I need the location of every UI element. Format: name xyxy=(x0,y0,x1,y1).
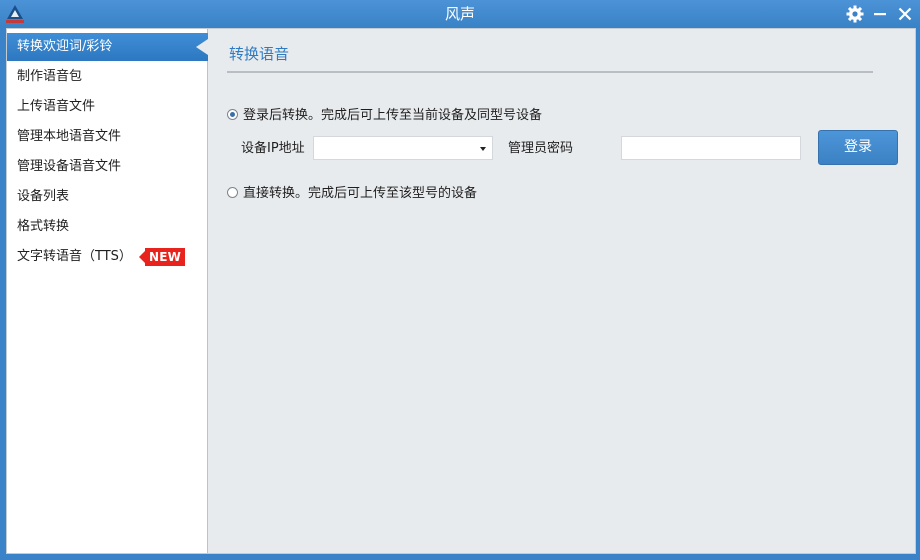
password-label: 管理员密码 xyxy=(508,141,574,156)
app-window: 风声 转换欢迎词/彩铃 制作语音包 上传语音文件 管理本地语音文件 管理设备语音… xyxy=(0,0,920,560)
gear-icon[interactable] xyxy=(845,4,865,24)
sidebar-item-convert-welcome[interactable]: 转换欢迎词/彩铃 xyxy=(7,33,208,61)
sidebar-item-label: 转换欢迎词/彩铃 xyxy=(17,39,113,54)
login-button[interactable]: 登录 xyxy=(818,130,898,165)
sidebar-item-label: 管理本地语音文件 xyxy=(17,129,122,144)
close-icon[interactable] xyxy=(895,4,915,24)
content-frame: 转换欢迎词/彩铃 制作语音包 上传语音文件 管理本地语音文件 管理设备语音文件 … xyxy=(6,28,916,554)
radio-direct-convert[interactable]: 直接转换。完成后可上传至该型号的设备 xyxy=(227,185,477,203)
sidebar-item-label: 文字转语音（TTS） xyxy=(17,249,132,264)
radio-direct-convert-label: 直接转换。完成后可上传至该型号的设备 xyxy=(243,186,478,201)
ip-label: 设备IP地址 xyxy=(241,141,305,156)
sidebar-item-label: 格式转换 xyxy=(17,219,70,234)
radio-login-convert-label: 登录后转换。完成后可上传至当前设备及同型号设备 xyxy=(243,108,543,123)
new-badge: NEW xyxy=(138,248,186,266)
main-panel: 转换语音 登录后转换。完成后可上传至当前设备及同型号设备 设备IP地址 管理员密… xyxy=(209,29,915,553)
title-bar[interactable]: 风声 xyxy=(0,0,920,28)
radio-login-convert-indicator[interactable] xyxy=(227,109,238,120)
section-divider xyxy=(227,71,873,73)
sidebar-item-make-voice-pack[interactable]: 制作语音包 xyxy=(7,63,208,91)
window-title: 风声 xyxy=(444,5,475,23)
sidebar-item-label: 上传语音文件 xyxy=(17,99,96,114)
chevron-down-icon[interactable] xyxy=(480,147,486,151)
active-indicator xyxy=(196,39,208,55)
radio-direct-convert-indicator[interactable] xyxy=(227,187,238,198)
sidebar-item-local-voice-files[interactable]: 管理本地语音文件 xyxy=(7,123,208,151)
radio-login-convert[interactable]: 登录后转换。完成后可上传至当前设备及同型号设备 xyxy=(227,107,542,125)
device-ip-select[interactable] xyxy=(313,136,493,160)
sidebar-item-device-voice-files[interactable]: 管理设备语音文件 xyxy=(7,153,208,181)
sidebar-item-tts[interactable]: 文字转语音（TTS） NEW xyxy=(7,243,208,271)
section-title: 转换语音 xyxy=(229,45,290,63)
sidebar-item-format-convert[interactable]: 格式转换 xyxy=(7,213,208,241)
sidebar-item-device-list[interactable]: 设备列表 xyxy=(7,183,208,211)
sidebar-item-label: 管理设备语音文件 xyxy=(17,159,122,174)
sidebar-item-label: 设备列表 xyxy=(17,189,70,204)
admin-password-input[interactable] xyxy=(621,136,801,160)
sidebar-item-upload-voice[interactable]: 上传语音文件 xyxy=(7,93,208,121)
sidebar-item-label: 制作语音包 xyxy=(17,69,83,84)
minimize-icon[interactable] xyxy=(870,4,890,24)
sidebar: 转换欢迎词/彩铃 制作语音包 上传语音文件 管理本地语音文件 管理设备语音文件 … xyxy=(7,29,208,553)
